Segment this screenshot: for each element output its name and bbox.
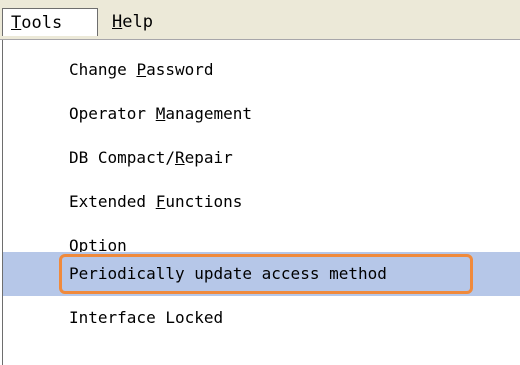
menu-item-label: Operator Management [69, 104, 253, 123]
menu-item-change-password[interactable]: Change Password [3, 48, 520, 92]
menu-item-db-compact-repair[interactable]: DB Compact/Repair [3, 136, 520, 180]
menu-tools[interactable]: Tools [2, 8, 98, 36]
menu-item-extended-functions[interactable]: Extended Functions [3, 180, 520, 224]
menu-help-accel: H [112, 12, 123, 32]
menu-help-suffix: elp [122, 12, 153, 32]
menu-item-operator-management[interactable]: Operator Management [3, 92, 520, 136]
tools-dropdown-menu: Change Password Operator Management DB C… [2, 40, 520, 365]
menu-item-label: Extended Functions [69, 192, 243, 211]
menu-help[interactable]: Help [104, 8, 174, 36]
menu-item-label: Interface Locked [69, 308, 224, 327]
menu-bar: Tools Help [0, 0, 520, 40]
menu-item-label: Change Password [69, 60, 214, 79]
menu-item-interface-locked[interactable]: Interface Locked [3, 296, 520, 340]
menu-tools-accel: T [11, 13, 22, 33]
menu-item-label: DB Compact/Repair [69, 148, 233, 167]
menu-tools-suffix: ools [21, 13, 63, 33]
highlight-outline [59, 254, 473, 294]
